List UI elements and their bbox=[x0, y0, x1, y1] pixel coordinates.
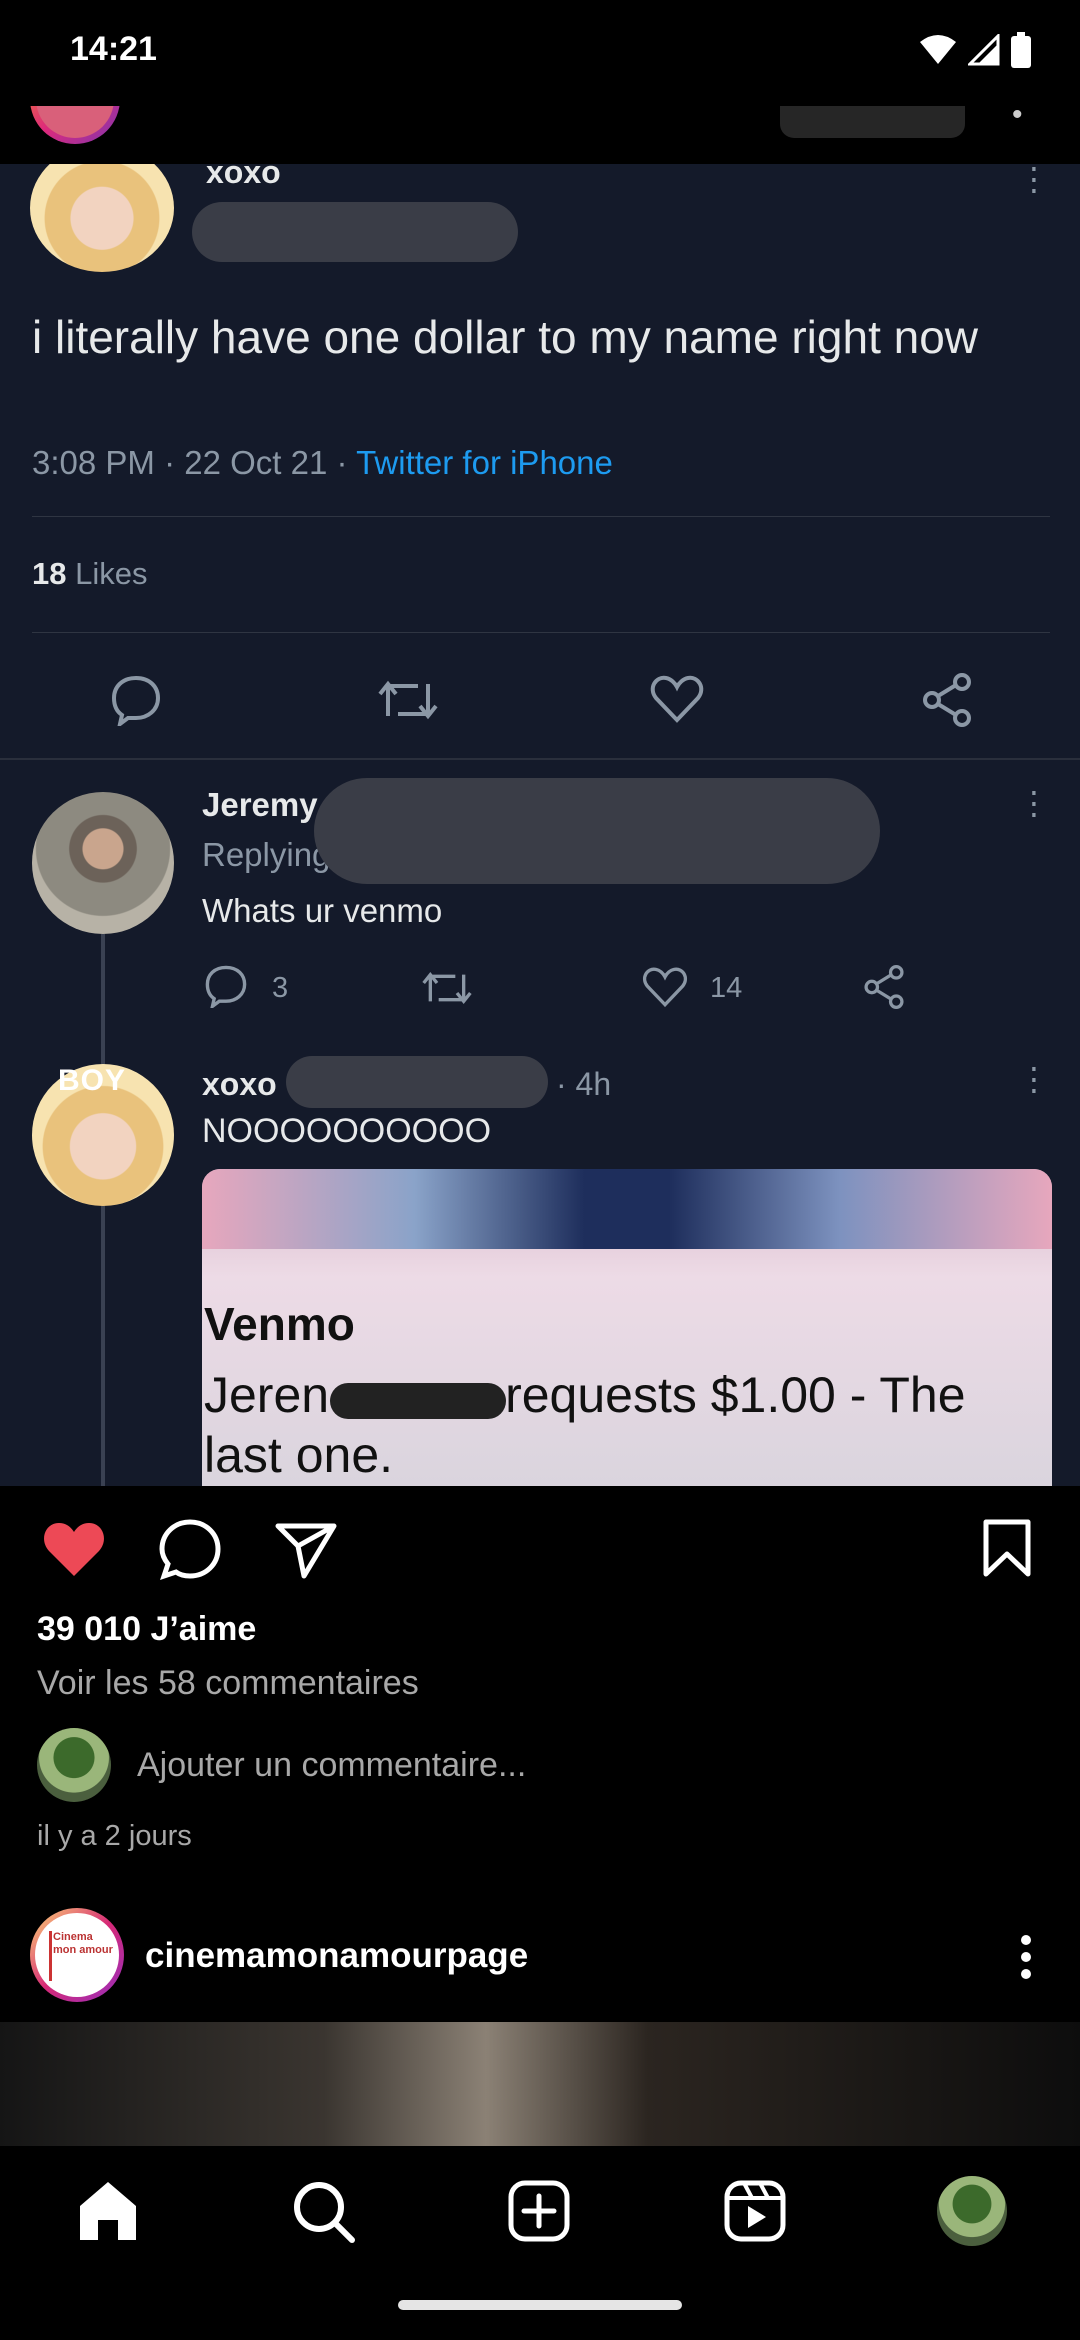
reply-text: Whats ur venmo bbox=[202, 892, 443, 929]
reply-comment-icon bbox=[205, 965, 247, 1008]
venmo-body: Jeren requests $1.00 - The last one. bbox=[204, 1365, 1034, 1485]
tweet-text: i literally have one dollar to my name r… bbox=[32, 311, 979, 363]
share-direct-icon[interactable] bbox=[274, 1520, 338, 1580]
save-bookmark-icon[interactable] bbox=[982, 1518, 1032, 1578]
tweet-username: xoxo bbox=[206, 164, 281, 190]
likes-number: 18 bbox=[32, 556, 67, 591]
more-options-icon[interactable] bbox=[1018, 1932, 1034, 1982]
avatar-badge: BOY bbox=[58, 1064, 127, 1097]
likes-count[interactable]: 39 010 J’aime bbox=[37, 1610, 256, 1649]
meta-separator: · bbox=[164, 444, 185, 481]
redacted-handle bbox=[192, 202, 518, 262]
home-indicator[interactable] bbox=[398, 2300, 682, 2310]
venmo-photo bbox=[202, 1169, 1052, 1249]
home-icon[interactable] bbox=[76, 2180, 140, 2242]
meta-separator: · bbox=[336, 444, 357, 481]
bottom-navigation bbox=[0, 2146, 1080, 2340]
battery-icon bbox=[1011, 32, 1031, 68]
tweet-more-icon: ⋮ bbox=[1018, 164, 1050, 197]
reply-author-name: Jeremy bbox=[202, 786, 318, 823]
reply-more-icon: ⋮ bbox=[1018, 785, 1050, 821]
tweet-meta: 3:08 PM · 22 Oct 21 · Twitter for iPhone bbox=[32, 444, 613, 482]
redacted-handle bbox=[314, 778, 880, 884]
reply-author-avatar bbox=[32, 792, 174, 934]
avatar-image bbox=[36, 106, 114, 138]
reply-like-count: 14 bbox=[710, 972, 743, 1004]
reply-retweet-icon bbox=[422, 971, 472, 1005]
replying-to: Replying bbox=[202, 836, 331, 873]
post-action-bar bbox=[0, 1486, 1080, 1606]
redacted-name bbox=[330, 1383, 506, 1419]
reply2-time: · 4h bbox=[556, 1066, 612, 1102]
post-header: • bbox=[0, 106, 1080, 164]
redacted-handle bbox=[286, 1056, 548, 1108]
profile-avatar[interactable] bbox=[937, 2176, 1007, 2246]
venmo-notification-card: Venmo Jeren requests $1.00 - The last one… bbox=[202, 1169, 1052, 1486]
divider bbox=[32, 516, 1050, 517]
like-icon bbox=[650, 675, 704, 723]
logo-text: Cinema mon amour bbox=[53, 1931, 113, 1956]
search-icon[interactable] bbox=[292, 2180, 356, 2244]
reply-like-icon bbox=[642, 967, 688, 1008]
status-bar: 14:21 bbox=[0, 0, 1080, 106]
more-options-icon[interactable]: • bbox=[1012, 106, 1023, 132]
author-avatar[interactable] bbox=[30, 106, 120, 144]
reply-icon bbox=[111, 675, 161, 726]
divider bbox=[32, 632, 1050, 633]
reply-share-icon bbox=[864, 965, 904, 1010]
share-icon bbox=[923, 673, 971, 727]
tweet-time: 3:08 PM bbox=[32, 444, 155, 481]
next-post-username[interactable]: cinemamonamourpage bbox=[145, 1936, 528, 1976]
post-timestamp: il y a 2 jours bbox=[37, 1820, 192, 1852]
next-post-avatar[interactable]: Cinema mon amour bbox=[30, 1908, 124, 2002]
retweet-icon bbox=[378, 680, 438, 720]
reply2-username: xoxo bbox=[202, 1066, 277, 1102]
post-image[interactable]: xoxo ⋮ i literally have one dollar to my… bbox=[0, 164, 1080, 1486]
thread-line bbox=[101, 934, 105, 1486]
avatar-image: Cinema mon amour bbox=[35, 1913, 119, 1997]
follow-button[interactable] bbox=[780, 106, 965, 138]
status-icons bbox=[918, 32, 1032, 68]
view-comments-link[interactable]: Voir les 58 commentaires bbox=[37, 1664, 419, 1703]
wifi-icon bbox=[920, 35, 956, 64]
create-icon[interactable] bbox=[508, 2180, 570, 2242]
status-time: 14:21 bbox=[70, 30, 157, 68]
like-heart-icon[interactable] bbox=[42, 1520, 106, 1578]
likes-label: Likes bbox=[75, 556, 148, 591]
tweet-likes: 18 Likes bbox=[32, 556, 147, 592]
divider bbox=[0, 758, 1080, 760]
reels-icon[interactable] bbox=[724, 2180, 786, 2242]
reply-comment-count: 3 bbox=[272, 972, 289, 1004]
reply2-more-icon: ⋮ bbox=[1018, 1061, 1050, 1097]
logo-bar bbox=[49, 1931, 52, 1981]
cell-signal-icon bbox=[968, 34, 1000, 66]
add-comment-input[interactable]: Ajouter un commentaire... bbox=[137, 1746, 526, 1785]
venmo-body-start: Jeren bbox=[204, 1367, 330, 1423]
venmo-title: Venmo bbox=[204, 1298, 355, 1350]
tweet-author-avatar bbox=[30, 164, 174, 272]
current-user-avatar bbox=[37, 1728, 111, 1802]
comment-icon[interactable] bbox=[158, 1518, 222, 1582]
tweet-date: 22 Oct 21 bbox=[184, 444, 328, 481]
tweet-source: Twitter for iPhone bbox=[356, 444, 613, 481]
next-post-image[interactable] bbox=[0, 2022, 1080, 2146]
reply2-text: NOOOOOOOOOO bbox=[202, 1112, 492, 1150]
